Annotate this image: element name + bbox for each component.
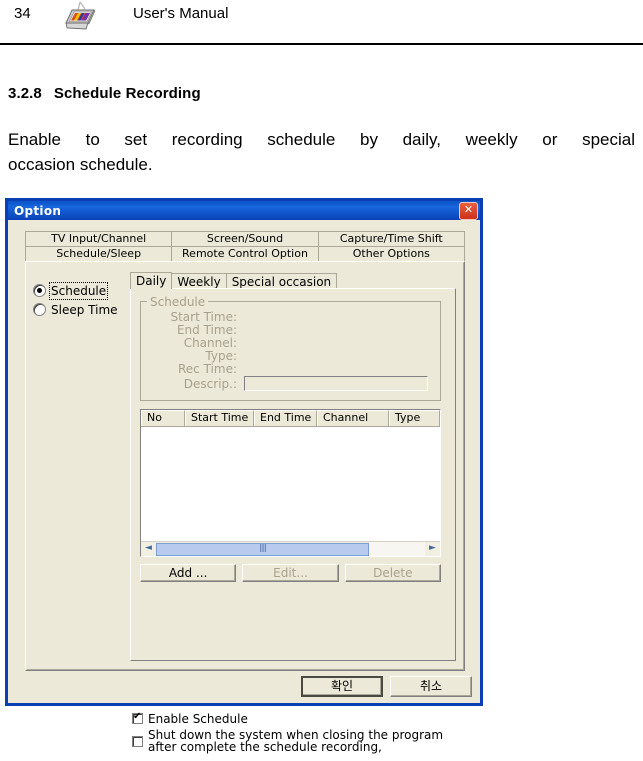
tab-weekly[interactable]: Weekly <box>171 273 227 289</box>
column-header-end-time[interactable]: End Time <box>254 410 317 426</box>
daily-tab-panel: Schedule Start Time: End Time: Channel: … <box>130 288 456 661</box>
tab-special-occasion[interactable]: Special occasion <box>225 273 338 289</box>
checkbox-shutdown-system-label: Shut down the system when closing the pr… <box>148 729 443 753</box>
close-icon[interactable]: ✕ <box>459 202 478 220</box>
ok-button[interactable]: 확인 <box>301 676 383 697</box>
scroll-right-arrow-icon[interactable]: ► <box>425 542 440 556</box>
tab-screen-sound[interactable]: Screen/Sound <box>171 231 318 246</box>
page-title: User's Manual <box>133 5 229 22</box>
tv-monitor-icon <box>60 1 100 35</box>
dialog-footer: 확인 취소 <box>301 676 472 697</box>
schedule-inner-area: Daily Weekly Special occasion Schedule S… <box>130 272 456 661</box>
checkbox-enable-schedule[interactable]: Enable Schedule <box>132 711 458 726</box>
page-number: 34 <box>14 5 31 22</box>
schedule-options-group: Enable Schedule Shut down the system whe… <box>132 711 458 761</box>
delete-button[interactable]: Delete <box>344 564 441 582</box>
inner-tab-strip: Daily Weekly Special occasion <box>130 272 456 289</box>
scrollbar-track[interactable] <box>369 542 425 556</box>
tab-remote-control-option[interactable]: Remote Control Option <box>171 246 318 261</box>
shutdown-label-line-1: Shut down the system when closing the pr… <box>148 728 444 742</box>
checkbox-unchecked-icon <box>132 736 143 747</box>
field-label-rec-time: Rec Time: <box>177 362 237 376</box>
list-header-row: No Start Time End Time Channel Type <box>141 410 440 427</box>
radio-dot-icon <box>33 303 46 316</box>
descrip-input[interactable] <box>244 376 428 391</box>
checkbox-enable-schedule-label: Enable Schedule <box>148 712 248 726</box>
column-header-no[interactable]: No <box>141 410 185 426</box>
section-heading-text: Schedule Recording <box>53 85 201 102</box>
horizontal-scrollbar[interactable]: ◄ ► <box>141 541 440 556</box>
tab-capture-time-shift[interactable]: Capture/Time Shift <box>317 231 465 246</box>
page-header: 34 User's Manual <box>0 0 643 45</box>
tab-content-panel: Schedule Sleep Time Daily Weekly Special… <box>25 261 465 753</box>
radio-schedule-label: Schedule <box>48 281 109 300</box>
outer-tab-strip: TV Input/Channel Screen/Sound Capture/Ti… <box>25 231 465 261</box>
add-button[interactable]: Add ... <box>140 564 237 582</box>
schedule-groupbox: Schedule Start Time: End Time: Channel: … <box>140 295 441 401</box>
section-paragraph: Enable to set recording schedule by dail… <box>8 127 635 177</box>
tab-other-options[interactable]: Other Options <box>317 246 465 261</box>
schedule-groupbox-title: Schedule <box>147 295 209 309</box>
column-header-start-time[interactable]: Start Time <box>185 410 254 426</box>
tab-tv-input-channel[interactable]: TV Input/Channel <box>25 231 172 246</box>
field-label-channel: Channel: <box>183 336 237 350</box>
dialog-title: Option <box>14 203 62 218</box>
radio-dot-icon <box>33 284 46 297</box>
field-label-end-time: End Time: <box>176 323 237 337</box>
tab-content-panel-inner: Schedule Sleep Time Daily Weekly Special… <box>26 262 464 753</box>
radio-schedule[interactable]: Schedule <box>33 281 123 300</box>
header-divider <box>0 43 643 45</box>
mode-radio-group: Schedule Sleep Time <box>33 281 123 319</box>
field-label-type: Type: <box>205 349 237 363</box>
outer-tab-row-2: Schedule/Sleep Remote Control Option Oth… <box>25 246 465 261</box>
scroll-left-arrow-icon[interactable]: ◄ <box>141 542 156 556</box>
scrollbar-thumb[interactable] <box>156 543 369 556</box>
field-label-start-time: Start Time: <box>170 310 237 324</box>
paragraph-line-2: occasion schedule. <box>8 155 153 174</box>
tab-schedule-sleep[interactable]: Schedule/Sleep <box>25 246 172 261</box>
column-header-channel[interactable]: Channel <box>317 410 389 426</box>
edit-button[interactable]: Edit... <box>242 564 339 582</box>
option-dialog: Option ✕ TV Input/Channel Screen/Sound C… <box>5 198 483 753</box>
paragraph-line-1: Enable to set recording schedule by dail… <box>8 130 635 149</box>
cancel-button[interactable]: 취소 <box>390 676 472 697</box>
section-heading: 3.2.8 Schedule Recording <box>8 85 201 102</box>
schedule-action-buttons: Add ... Edit... Delete <box>140 564 441 582</box>
schedule-list-view[interactable]: No Start Time End Time Channel Type ◄ ► <box>140 409 441 557</box>
field-label-descrip: Descrip.: <box>183 377 237 391</box>
list-rows-empty <box>141 427 440 540</box>
radio-sleep-time-label: Sleep Time <box>51 302 118 317</box>
outer-tab-row-1: TV Input/Channel Screen/Sound Capture/Ti… <box>25 231 465 246</box>
checkbox-shutdown-system[interactable]: Shut down the system when closing the pr… <box>132 729 458 753</box>
column-header-type[interactable]: Type <box>389 410 440 426</box>
shutdown-label-line-2: after complete the schedule recording, <box>148 740 382 754</box>
dialog-titlebar: Option ✕ <box>8 201 480 220</box>
radio-sleep-time[interactable]: Sleep Time <box>33 300 123 319</box>
section-number: 3.2.8 <box>8 85 42 102</box>
checkbox-checked-icon <box>132 711 143 724</box>
tab-daily[interactable]: Daily <box>130 272 173 289</box>
